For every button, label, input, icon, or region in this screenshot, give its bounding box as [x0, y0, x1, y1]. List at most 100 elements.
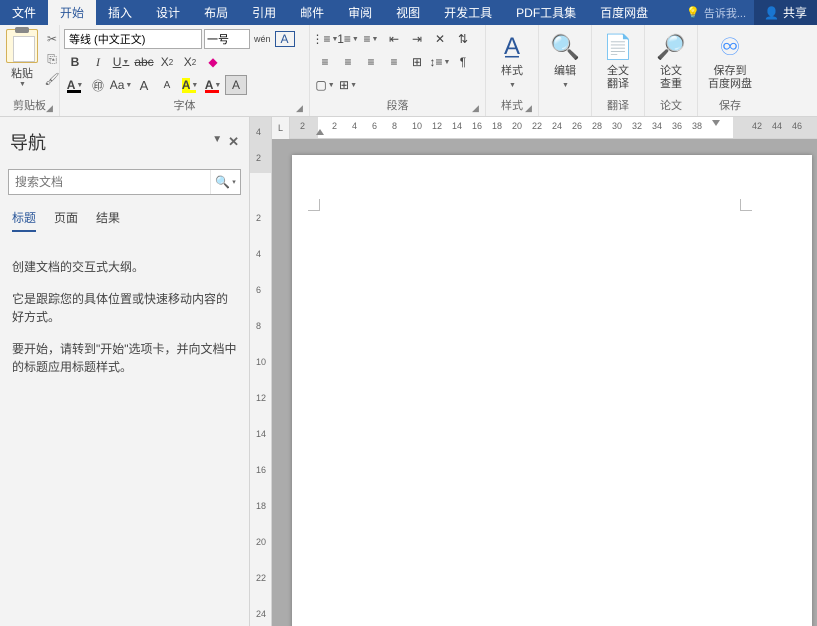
- magnifier-doc-icon: 🔎: [655, 31, 687, 63]
- editing-group-label: [543, 99, 587, 116]
- horizontal-ruler[interactable]: L 2 2 4 6 8 10 12 14 16 18 20 22 24 26 2…: [272, 117, 817, 139]
- editing-button[interactable]: 🔍 编辑▼: [543, 27, 587, 99]
- shading-button[interactable]: ▢▼: [314, 75, 336, 95]
- bold-button[interactable]: B: [64, 52, 86, 72]
- cut-button[interactable]: ✂: [44, 31, 60, 47]
- save-to-baidu-button[interactable]: ♾ 保存到 百度网盘: [702, 27, 758, 95]
- nav-search-button[interactable]: 🔍▾: [210, 170, 240, 194]
- distributed-button[interactable]: ⊞: [406, 52, 428, 72]
- italic-button[interactable]: I: [87, 52, 109, 72]
- align-center-button[interactable]: ≡: [337, 52, 359, 72]
- paste-button[interactable]: 粘贴 ▼: [4, 27, 40, 95]
- nav-tab-headings[interactable]: 标题: [12, 209, 36, 232]
- nav-search: 🔍▾: [8, 169, 241, 195]
- group-translate: 📄 全文 翻译 翻译: [592, 25, 645, 116]
- tab-selector[interactable]: L: [272, 117, 290, 139]
- page[interactable]: [292, 155, 812, 626]
- vertical-ruler[interactable]: 4 2 2 4 6 8 10 12 14 16 18 20 22 24: [250, 117, 272, 626]
- thesis-group-label: 论文: [649, 95, 693, 116]
- baidu-cloud-icon: ♾: [714, 31, 746, 63]
- translate-group-label: 翻译: [596, 95, 640, 116]
- tab-file[interactable]: 文件: [0, 0, 48, 25]
- tab-pdf[interactable]: PDF工具集: [504, 0, 588, 25]
- strikethrough-button[interactable]: abc: [133, 52, 155, 72]
- tab-developer[interactable]: 开发工具: [432, 0, 504, 25]
- translate-icon: 📄: [602, 31, 634, 63]
- right-indent-marker[interactable]: [712, 120, 720, 126]
- nav-search-input[interactable]: [9, 170, 210, 194]
- tab-design[interactable]: 设计: [144, 0, 192, 25]
- styles-button[interactable]: A̲ 样式▼: [490, 27, 534, 95]
- font-color-button[interactable]: A▼: [202, 75, 224, 95]
- tab-baidu[interactable]: 百度网盘: [588, 0, 660, 25]
- sort-button[interactable]: ⇅: [452, 29, 474, 49]
- increase-indent-button[interactable]: ⇥: [406, 29, 428, 49]
- tab-home[interactable]: 开始: [48, 0, 96, 25]
- character-border-button[interactable]: A: [275, 31, 295, 47]
- nav-tab-pages[interactable]: 页面: [54, 209, 78, 232]
- tab-view[interactable]: 视图: [384, 0, 432, 25]
- share-button[interactable]: 👤 共享: [754, 0, 817, 25]
- highlight-button[interactable]: A▼: [179, 75, 201, 95]
- first-line-indent-marker[interactable]: [316, 129, 324, 135]
- text-direction-button[interactable]: ✕: [429, 29, 451, 49]
- justify-button[interactable]: ≡: [383, 52, 405, 72]
- font-name-input[interactable]: [64, 29, 202, 49]
- underline-button[interactable]: U▼: [110, 52, 132, 72]
- align-left-button[interactable]: ≡: [314, 52, 336, 72]
- paragraph-dialog-launcher[interactable]: ◢: [472, 103, 482, 113]
- borders-button[interactable]: ⊞▼: [337, 75, 359, 95]
- lightbulb-icon: 💡: [686, 6, 700, 19]
- group-styles: A̲ 样式▼ 样式 ◢: [486, 25, 539, 116]
- tell-me-label: 告诉我...: [704, 5, 746, 21]
- tab-insert[interactable]: 插入: [96, 0, 144, 25]
- tab-layout[interactable]: 布局: [192, 0, 240, 25]
- group-paragraph: ⋮≡▼ 1≡▼ ≡▼ ⇤ ⇥ ✕ ⇅ ≡ ≡ ≡ ≡ ⊞ ↕≡▼ ¶: [310, 25, 486, 116]
- subscript-button[interactable]: X2: [156, 52, 178, 72]
- bullets-button[interactable]: ⋮≡▼: [314, 29, 336, 49]
- margin-corner-icon: [308, 199, 320, 211]
- document-scroll-area[interactable]: [272, 139, 817, 626]
- grow-font-button[interactable]: A: [133, 75, 155, 95]
- shrink-font-button[interactable]: A: [156, 75, 178, 95]
- nav-body: 创建文档的交互式大纲。 它是跟踪您的具体位置或快速移动内容的好方式。 要开始，请…: [8, 240, 241, 408]
- font-dialog-launcher[interactable]: ◢: [296, 103, 306, 113]
- group-save: ♾ 保存到 百度网盘 保存: [698, 25, 762, 116]
- tab-review[interactable]: 审阅: [336, 0, 384, 25]
- nav-dropdown-icon[interactable]: ▼: [212, 134, 222, 150]
- show-marks-button[interactable]: ¶: [452, 52, 474, 72]
- character-shading-button[interactable]: A: [225, 75, 247, 95]
- clear-formatting-button[interactable]: ◆: [202, 52, 224, 72]
- tell-me[interactable]: 💡 告诉我...: [678, 0, 754, 25]
- paste-label: 粘贴: [11, 65, 33, 81]
- ribbon: 粘贴 ▼ ✂ ⎘ 🖌 剪贴板 ◢ wén A B: [0, 25, 817, 117]
- copy-button[interactable]: ⎘: [44, 51, 60, 67]
- document-area: 4 2 2 4 6 8 10 12 14 16 18 20 22 24 L 2 …: [250, 117, 817, 626]
- format-painter-button[interactable]: 🖌: [44, 71, 60, 87]
- tab-mailings[interactable]: 邮件: [288, 0, 336, 25]
- paragraph-group-label: 段落: [314, 95, 481, 116]
- enclose-characters-button[interactable]: ㊞: [87, 75, 109, 95]
- font-group-label: 字体: [64, 95, 305, 116]
- chevron-down-icon: ▼: [19, 81, 26, 88]
- thesis-check-button[interactable]: 🔎 论文 查重: [649, 27, 693, 95]
- share-label: 共享: [783, 4, 807, 21]
- multilevel-list-button[interactable]: ≡▼: [360, 29, 382, 49]
- superscript-button[interactable]: X2: [179, 52, 201, 72]
- clipboard-dialog-launcher[interactable]: ◢: [46, 103, 56, 113]
- text-effects-button[interactable]: A▼: [64, 75, 86, 95]
- margin-corner-icon: [740, 199, 752, 211]
- tab-references[interactable]: 引用: [240, 0, 288, 25]
- nav-tabs: 标题 页面 结果: [8, 209, 241, 240]
- align-right-button[interactable]: ≡: [360, 52, 382, 72]
- nav-close-icon[interactable]: ✕: [228, 134, 239, 150]
- decrease-indent-button[interactable]: ⇤: [383, 29, 405, 49]
- numbering-button[interactable]: 1≡▼: [337, 29, 359, 49]
- font-size-input[interactable]: [204, 29, 250, 49]
- nav-tab-results[interactable]: 结果: [96, 209, 120, 232]
- line-spacing-button[interactable]: ↕≡▼: [429, 52, 451, 72]
- styles-dialog-launcher[interactable]: ◢: [525, 103, 535, 113]
- change-case-button[interactable]: Aa▼: [110, 75, 132, 95]
- phonetic-guide-button[interactable]: wén: [252, 29, 273, 49]
- translate-button[interactable]: 📄 全文 翻译: [596, 27, 640, 95]
